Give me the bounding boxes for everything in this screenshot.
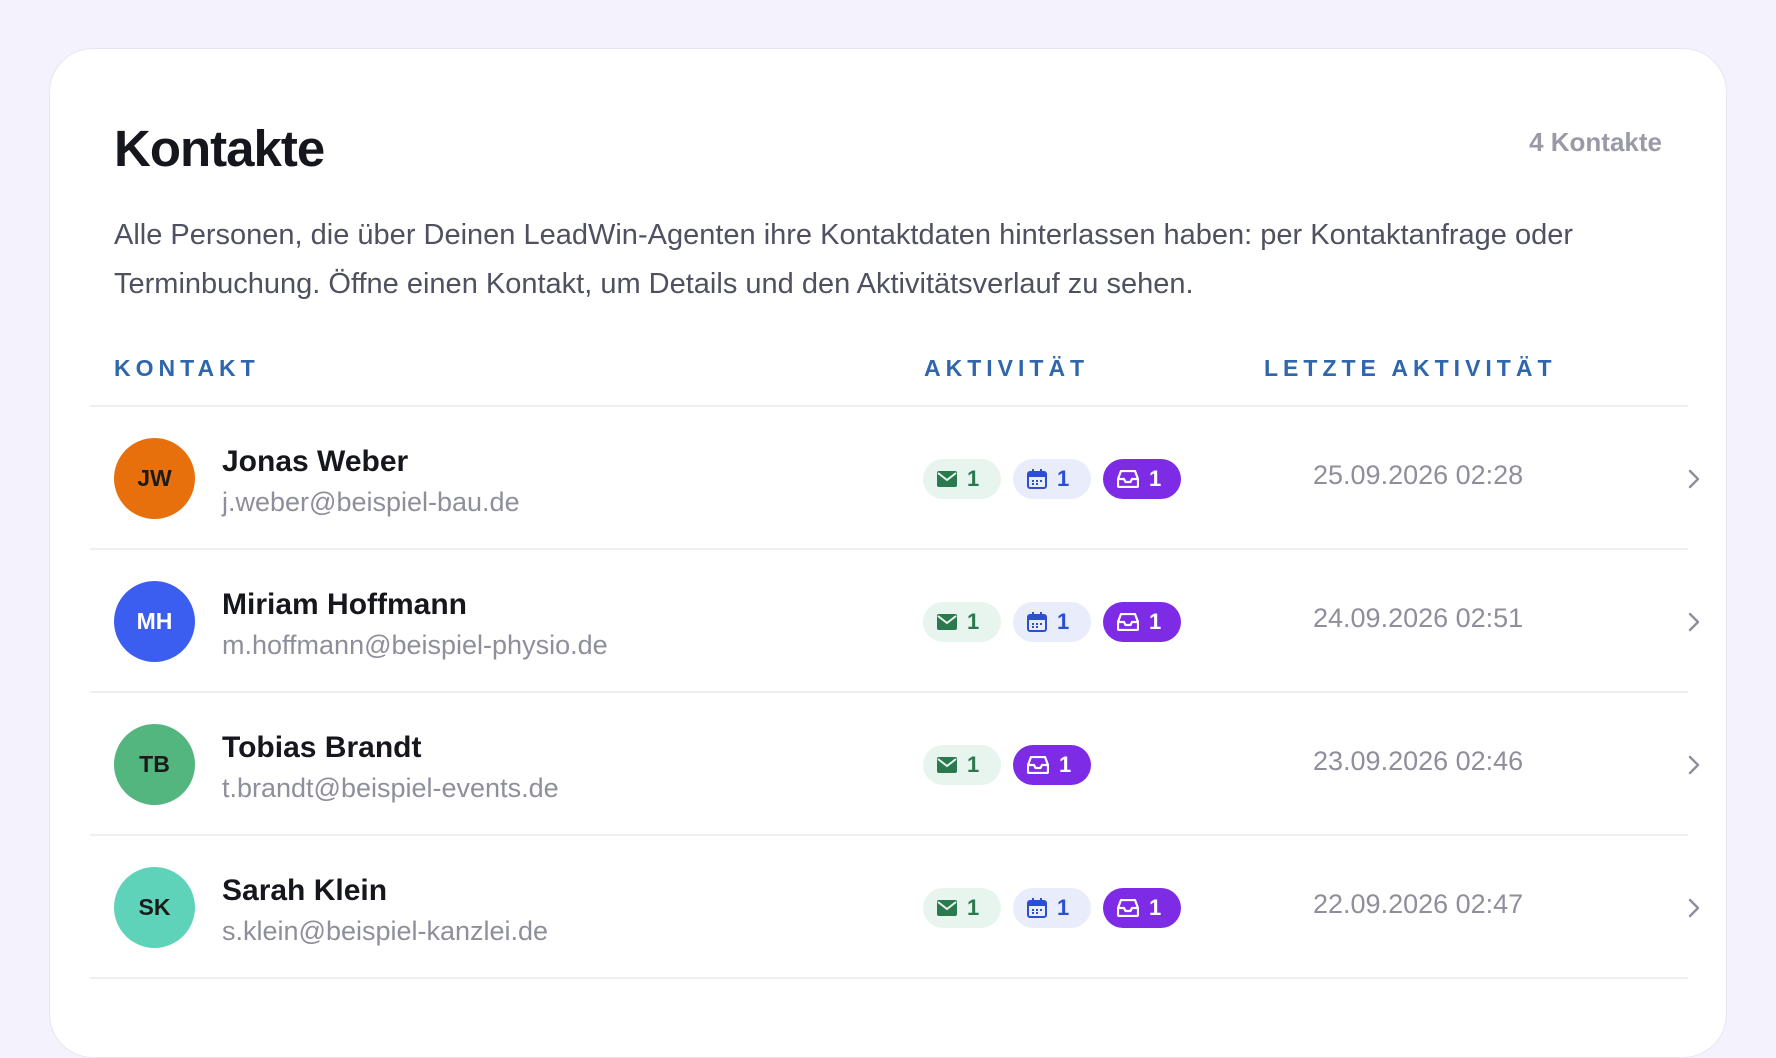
mail-count: 1 xyxy=(967,895,980,920)
calendar-count: 1 xyxy=(1057,466,1070,491)
inbox-badge: 1 xyxy=(1103,459,1181,499)
chevron-right-icon[interactable] xyxy=(1680,751,1708,779)
calendar-count: 1 xyxy=(1057,609,1070,634)
contact-name: Jonas Weber xyxy=(222,445,409,478)
inbox-icon xyxy=(1117,613,1139,631)
inbox-count: 1 xyxy=(1149,466,1162,491)
inbox-badge: 1 xyxy=(1013,745,1091,785)
column-header-activity: Aktivität xyxy=(924,355,1090,381)
contact-email: m.hoffmann@beispiel-physio.de xyxy=(222,630,608,660)
inbox-count: 1 xyxy=(1149,895,1162,920)
activity-badges: 1 1 1 xyxy=(923,888,1181,928)
contact-count: 4 Kontakte xyxy=(1529,127,1662,157)
avatar-initials: SK xyxy=(138,894,171,920)
page-title: Kontakte xyxy=(114,120,325,177)
mail-icon xyxy=(937,614,957,630)
contact-name: Tobias Brandt xyxy=(222,731,422,764)
activity-badges: 1 1 1 xyxy=(923,459,1181,499)
avatar: TB xyxy=(114,724,195,805)
mail-badge: 1 xyxy=(923,888,1001,928)
mail-badge: 1 xyxy=(923,602,1001,642)
mail-badge: 1 xyxy=(923,459,1001,499)
avatar-initials: JW xyxy=(137,465,172,491)
contact-email: s.klein@beispiel-kanzlei.de xyxy=(222,916,549,946)
table-row[interactable]: TB Tobias Brandt t.brandt@beispiel-event… xyxy=(90,693,1700,836)
inbox-icon xyxy=(1117,899,1139,917)
inbox-icon xyxy=(1117,470,1139,488)
contact-email: t.brandt@beispiel-events.de xyxy=(222,773,559,803)
mail-icon xyxy=(937,900,957,916)
table-row[interactable]: SK Sarah Klein s.klein@beispiel-kanzlei.… xyxy=(90,836,1700,979)
contacts-table: JW Jonas Weber j.weber@beispiel-bau.de 1… xyxy=(90,405,1700,979)
mail-count: 1 xyxy=(967,752,980,777)
mail-icon xyxy=(937,471,957,487)
inbox-icon xyxy=(1027,756,1049,774)
inbox-count: 1 xyxy=(1149,609,1162,634)
mail-icon xyxy=(937,757,957,773)
table-row[interactable]: MH Miriam Hoffmann m.hoffmann@beispiel-p… xyxy=(90,550,1700,693)
mail-badge: 1 xyxy=(923,745,1001,785)
activity-badges: 1 1 1 xyxy=(923,602,1181,642)
inbox-count: 1 xyxy=(1059,752,1072,777)
calendar-badge: 1 xyxy=(1013,459,1091,499)
column-header-contact: Kontakt xyxy=(114,355,260,381)
contact-name: Miriam Hoffmann xyxy=(222,588,468,621)
calendar-badge: 1 xyxy=(1013,602,1091,642)
column-header-last-activity: Letzte Aktivität xyxy=(1264,355,1557,381)
inbox-badge: 1 xyxy=(1103,888,1181,928)
inbox-badge: 1 xyxy=(1103,602,1181,642)
calendar-badge: 1 xyxy=(1013,888,1091,928)
last-activity-date: 25.09.2026 02:28 xyxy=(1313,460,1524,490)
avatar: JW xyxy=(114,438,195,519)
calendar-icon xyxy=(1027,612,1047,632)
last-activity-date: 24.09.2026 02:51 xyxy=(1313,603,1524,633)
calendar-icon xyxy=(1027,469,1047,489)
table-row[interactable]: JW Jonas Weber j.weber@beispiel-bau.de 1… xyxy=(90,407,1700,550)
contact-name: Sarah Klein xyxy=(222,874,388,907)
chevron-right-icon[interactable] xyxy=(1680,894,1708,922)
avatar: SK xyxy=(114,867,195,948)
mail-count: 1 xyxy=(967,466,980,491)
chevron-right-icon[interactable] xyxy=(1680,608,1708,636)
activity-badges: 1 1 xyxy=(923,745,1091,785)
last-activity-date: 23.09.2026 02:46 xyxy=(1313,746,1524,776)
chevron-right-icon[interactable] xyxy=(1680,465,1708,493)
contacts-card: Kontakte 4 Kontakte Alle Personen, die ü… xyxy=(49,48,1727,1058)
mail-count: 1 xyxy=(967,609,980,634)
calendar-count: 1 xyxy=(1057,895,1070,920)
avatar-initials: MH xyxy=(136,608,173,634)
contact-email: j.weber@beispiel-bau.de xyxy=(222,487,520,517)
last-activity-date: 22.09.2026 02:47 xyxy=(1313,889,1524,919)
avatar: MH xyxy=(114,581,195,662)
avatar-initials: TB xyxy=(139,751,170,777)
calendar-icon xyxy=(1027,898,1047,918)
page-description: Alle Personen, die über Deinen LeadWin-A… xyxy=(114,219,1574,300)
